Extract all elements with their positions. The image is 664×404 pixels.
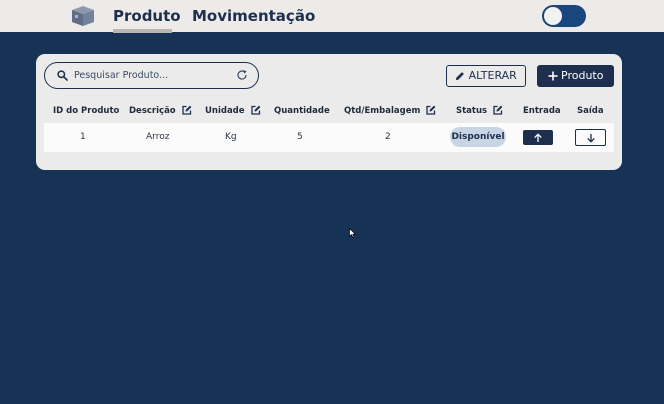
column-header-descricao: Descrição <box>129 105 192 117</box>
alter-button[interactable]: ALTERAR <box>446 65 526 87</box>
entrada-button[interactable] <box>523 130 553 145</box>
cell-descricao: Arroz <box>146 132 170 142</box>
search-icon <box>57 70 68 81</box>
cell-quantidade: 5 <box>297 132 303 142</box>
alter-button-label: ALTERAR <box>468 69 517 82</box>
column-header-id: ID do Produto <box>53 106 120 116</box>
column-header-quantidade: Quantidade <box>274 106 330 116</box>
theme-toggle[interactable] <box>542 5 586 27</box>
toggle-knob <box>544 7 562 25</box>
cell-id: 1 <box>80 132 86 142</box>
search-placeholder: Pesquisar Produto... <box>74 70 169 81</box>
box-logo-icon <box>72 6 94 26</box>
column-header-status: Status <box>456 105 503 117</box>
edit-icon[interactable] <box>250 105 261 115</box>
top-nav-bar: Produto Movimentação <box>0 0 664 33</box>
add-product-label: Produto <box>561 69 604 82</box>
search-input[interactable]: Pesquisar Produto... <box>44 62 259 89</box>
column-header-saida: Saída <box>577 106 604 116</box>
add-product-button[interactable]: Produto <box>537 65 614 87</box>
pencil-icon <box>456 72 465 80</box>
edit-icon[interactable] <box>493 105 503 115</box>
mouse-cursor-icon <box>349 228 356 238</box>
cell-unidade: Kg <box>225 132 237 142</box>
table-row: 1 Arroz Kg 5 2 Disponível <box>44 123 614 152</box>
column-header-entrada: Entrada <box>523 106 561 116</box>
active-tab-indicator <box>113 29 172 33</box>
cell-qtd-embalagem: 2 <box>385 132 391 142</box>
products-panel: Pesquisar Produto... ALTERAR Produto ID … <box>36 54 622 170</box>
edit-icon[interactable] <box>181 105 192 115</box>
plus-icon <box>548 71 558 81</box>
edit-icon[interactable] <box>426 105 436 115</box>
column-header-unidade: Unidade <box>205 105 261 117</box>
tab-movimentacao[interactable]: Movimentação <box>192 6 315 26</box>
status-badge: Disponível <box>450 127 506 147</box>
tab-produto[interactable]: Produto <box>113 6 181 26</box>
arrow-up-icon <box>534 132 542 142</box>
arrow-down-icon <box>586 133 595 143</box>
refresh-icon[interactable] <box>236 69 248 81</box>
saida-button[interactable] <box>575 129 606 146</box>
column-header-qtd-embalagem: Qtd/Embalagem <box>344 105 436 117</box>
